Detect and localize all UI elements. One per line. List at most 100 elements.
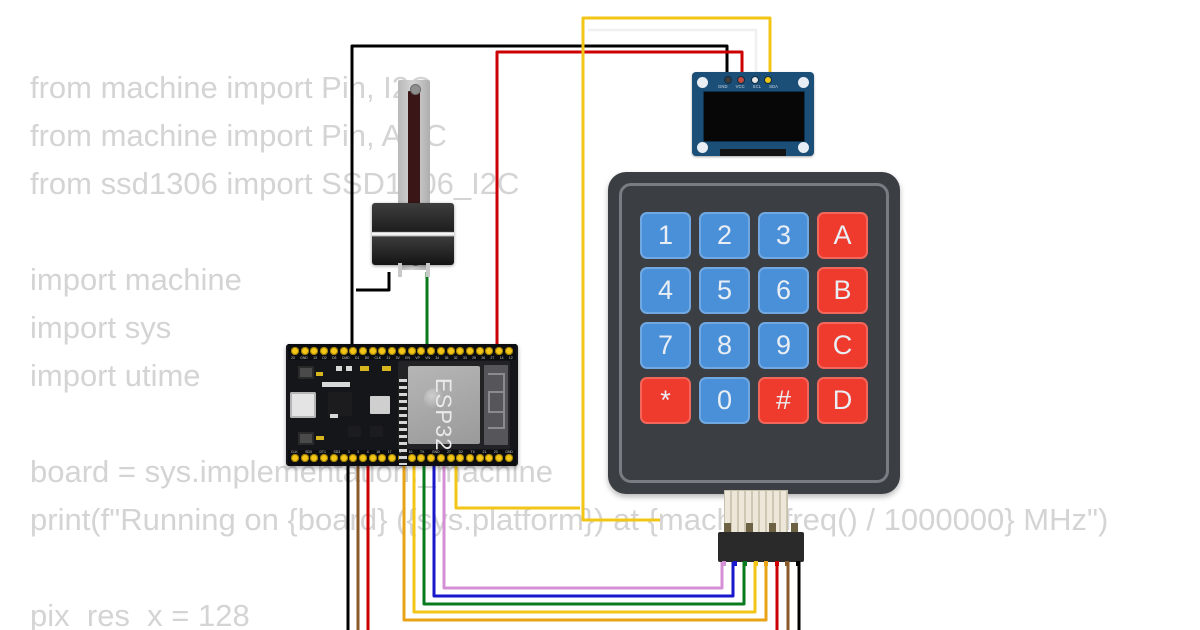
keypad-key-star[interactable]: * <box>640 377 691 424</box>
esp32-pad[interactable] <box>359 347 368 355</box>
esp32-pad[interactable] <box>417 454 426 462</box>
esp32-pad[interactable] <box>456 454 465 462</box>
oled-pin-scl[interactable] <box>750 76 759 84</box>
header-wire-pin-red[interactable] <box>774 561 779 566</box>
header-wire-pin-brown[interactable] <box>785 561 790 566</box>
esp32-pad[interactable] <box>300 454 309 462</box>
esp32-pad[interactable] <box>485 454 494 462</box>
boot-button[interactable] <box>298 366 314 379</box>
oled-pin-sda[interactable] <box>763 76 772 84</box>
esp32-pad[interactable] <box>407 347 416 355</box>
keypad-key-c[interactable]: C <box>817 322 868 369</box>
esp32-pad[interactable] <box>465 347 474 355</box>
esp32-pad[interactable] <box>397 347 406 355</box>
esp32-pad[interactable] <box>339 347 348 355</box>
keypad-key-hash[interactable]: # <box>758 377 809 424</box>
esp32-pin-label: 33 <box>462 356 467 360</box>
esp32-pad[interactable] <box>329 347 338 355</box>
esp32-pad[interactable] <box>446 454 455 462</box>
esp32-pad[interactable] <box>427 454 436 462</box>
slide-potentiometer[interactable] <box>372 75 456 277</box>
keypad-key-4[interactable]: 4 <box>640 267 691 314</box>
esp32-pin-label: TX <box>470 450 475 454</box>
esp32-pad[interactable] <box>378 347 387 355</box>
enable-button[interactable] <box>298 432 314 445</box>
esp32-pin-label: GND <box>300 356 308 360</box>
keypad-key-6[interactable]: 6 <box>758 267 809 314</box>
keypad-key-7[interactable]: 7 <box>640 322 691 369</box>
header-wire-pin-violet[interactable] <box>722 561 726 566</box>
led-indicator <box>382 366 391 371</box>
oled-pin-gnd[interactable] <box>724 76 732 84</box>
esp32-pad[interactable] <box>349 347 358 355</box>
esp32-pad[interactable] <box>446 347 455 355</box>
header-wire-pin-yellow[interactable] <box>753 561 758 566</box>
keypad-key-3[interactable]: 3 <box>758 212 809 259</box>
oled-pin-vcc[interactable] <box>737 76 746 84</box>
esp32-pad[interactable] <box>339 454 348 462</box>
esp32-pad[interactable] <box>310 454 319 462</box>
esp32-pad[interactable] <box>504 454 513 462</box>
oled-pin-row[interactable] <box>724 76 772 84</box>
esp32-pad[interactable] <box>465 454 474 462</box>
keypad-header-wire-pins <box>722 561 800 566</box>
oled-display-module[interactable]: GND VCC SCL SDA <box>692 72 814 156</box>
esp32-pad[interactable] <box>320 454 329 462</box>
esp32-pad[interactable] <box>475 454 484 462</box>
keypad-key-9[interactable]: 9 <box>758 322 809 369</box>
keypad-key-2[interactable]: 2 <box>699 212 750 259</box>
esp32-pad[interactable] <box>291 454 299 462</box>
esp32-pad[interactable] <box>436 454 445 462</box>
keypad-key-d[interactable]: D <box>817 377 868 424</box>
esp32-devkit-board[interactable]: ESP32 23 GND 13 D2 D3 CMD D1 D0 CLK 21 3V EN VP VN 34 3… <box>286 344 518 466</box>
esp32-pad[interactable] <box>368 347 377 355</box>
membrane-keypad-4x4[interactable]: 1 2 3 A 4 5 6 B 7 8 9 C * 0 # D <box>608 172 900 554</box>
esp32-pin-label: D1 <box>354 356 360 360</box>
esp32-pad[interactable] <box>300 347 309 355</box>
esp32-pad[interactable] <box>359 454 368 462</box>
smd-resistor <box>336 366 342 371</box>
esp32-pad[interactable] <box>475 347 484 355</box>
header-wire-pin-orange[interactable] <box>764 561 769 566</box>
esp32-pad[interactable] <box>456 347 465 355</box>
keypad-key-5[interactable]: 5 <box>699 267 750 314</box>
esp32-pad[interactable] <box>329 454 338 462</box>
keypad-key-b[interactable]: B <box>817 267 868 314</box>
esp32-pad[interactable] <box>407 454 416 462</box>
esp32-pad[interactable] <box>320 347 329 355</box>
esp32-pad[interactable] <box>495 454 504 462</box>
esp32-pin-label: D3 <box>332 356 337 360</box>
header-wire-pin-black[interactable] <box>795 561 800 566</box>
esp32-pad[interactable] <box>495 347 504 355</box>
esp32-pad[interactable] <box>388 454 397 462</box>
esp32-pad[interactable] <box>349 454 358 462</box>
potentiometer-screw-top <box>410 84 421 95</box>
header-wire-pin-blue[interactable] <box>732 561 737 566</box>
header-wire-pin-green[interactable] <box>743 561 748 566</box>
esp32-pad[interactable] <box>388 347 397 355</box>
esp32-pad[interactable] <box>504 347 513 355</box>
esp32-pin-label: 16 <box>408 450 413 454</box>
esp32-pin-label: 5 <box>357 450 360 454</box>
antenna-trace <box>488 391 505 413</box>
esp32-pad[interactable] <box>485 347 494 355</box>
esp32-pad[interactable] <box>436 347 445 355</box>
potentiometer-slider-knob[interactable] <box>372 203 454 265</box>
keypad-key-0[interactable]: 0 <box>699 377 750 424</box>
micro-usb-connector[interactable] <box>290 392 316 418</box>
esp32-pad[interactable] <box>291 347 299 355</box>
esp32-pad[interactable] <box>310 347 319 355</box>
esp32-pad[interactable] <box>368 454 377 462</box>
keypad-key-8[interactable]: 8 <box>699 322 750 369</box>
oled-flex-tab <box>720 149 786 156</box>
pcb-antenna <box>484 365 508 445</box>
oled-pin-label-scl: SCL <box>752 84 762 89</box>
esp32-pad[interactable] <box>378 454 387 462</box>
esp32-pad[interactable] <box>417 347 426 355</box>
esp32-wroom-module: ESP32 <box>398 361 510 465</box>
esp32-top-pads[interactable] <box>291 347 513 356</box>
keypad-key-1[interactable]: 1 <box>640 212 691 259</box>
keypad-key-a[interactable]: A <box>817 212 868 259</box>
esp32-pad[interactable] <box>427 347 436 355</box>
keypad-header-connector[interactable] <box>718 523 804 566</box>
